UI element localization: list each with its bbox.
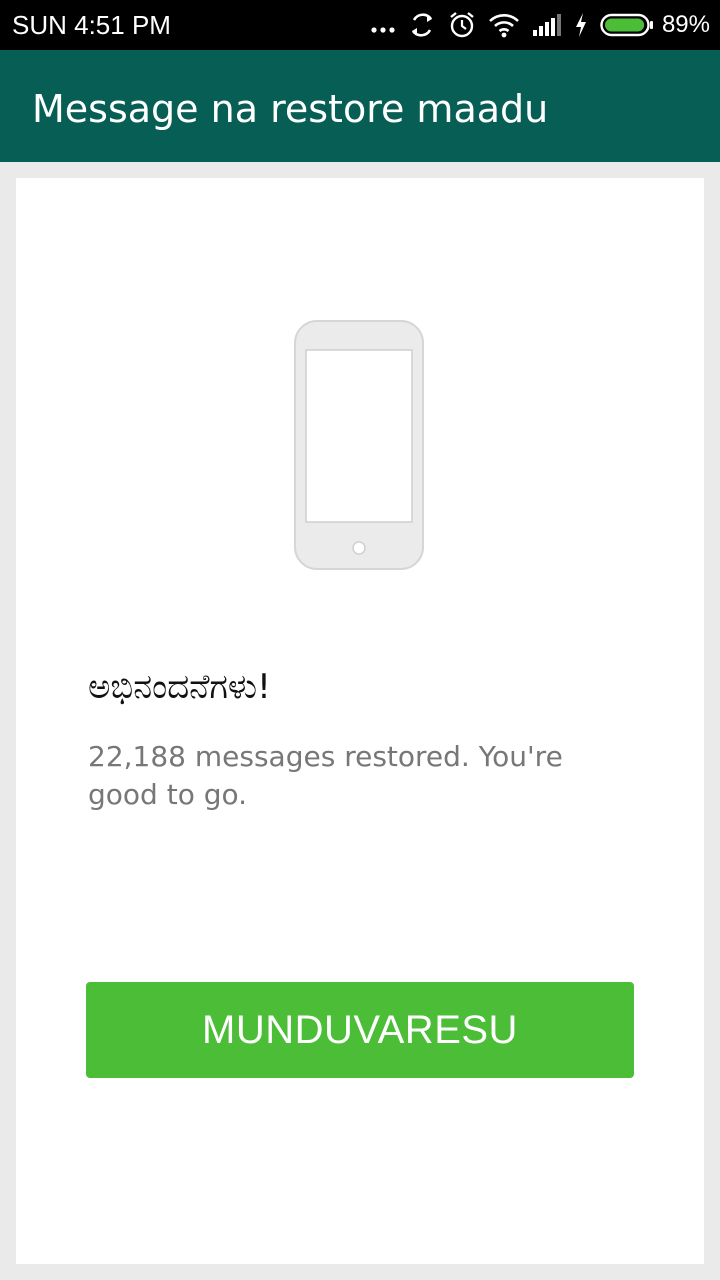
status-icons: 89% [370, 8, 710, 42]
headline: ಅಭಿನಂದನೆಗಳು! [88, 667, 271, 707]
phone-icon [294, 320, 424, 570]
battery-percent: 89% [661, 11, 710, 38]
more-dots-icon [370, 10, 396, 40]
battery-icon [600, 10, 654, 40]
status-bar: SUN 4:51 PM 89% [0, 0, 720, 50]
signal-icon [532, 10, 562, 40]
page-title: Message na restore maadu [32, 87, 549, 131]
alarm-icon [448, 10, 476, 40]
continue-button[interactable]: MUNDUVARESU [86, 982, 634, 1078]
restore-complete-card: ಅಭಿನಂದನೆಗಳು! 22,188 messages restored. Y… [16, 178, 704, 1264]
wifi-icon [488, 10, 520, 40]
sync-icon [408, 10, 436, 40]
status-time: SUN 4:51 PM [12, 10, 171, 40]
battery-fill [604, 18, 645, 32]
charging-icon [574, 10, 588, 40]
restore-status-text: 22,188 messages restored. You're good to… [88, 740, 563, 811]
